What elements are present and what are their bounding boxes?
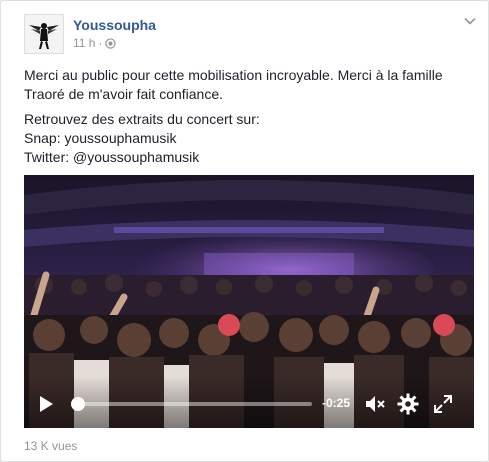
view-count: 13 K vues (24, 439, 78, 453)
post-line: Retrouvez des extraits du concert sur: (24, 111, 260, 127)
time-remaining: -0:25 (322, 396, 351, 410)
post-line: Traoré de m'avoir fait confiance. (24, 86, 224, 102)
play-icon[interactable] (38, 395, 54, 413)
video-player[interactable]: -0:25 (24, 175, 474, 428)
post-paragraph-2: Retrouvez des extraits du concert sur: S… (24, 110, 474, 167)
mute-icon[interactable] (365, 395, 385, 413)
post-header: Youssoupha 11 h · (24, 14, 477, 54)
post-line: Snap: youssouphamusik (24, 130, 177, 146)
meta-separator: · (98, 36, 103, 50)
post-meta: 11 h · (73, 36, 117, 50)
settings-icon[interactable] (397, 393, 419, 415)
progress-handle[interactable] (71, 397, 85, 411)
post-timestamp[interactable]: 11 h (73, 36, 95, 50)
post-line: Twitter: @youssouphamusik (24, 149, 200, 165)
avatar[interactable] (24, 14, 64, 54)
author-name[interactable]: Youssoupha (73, 17, 156, 33)
video-controls: -0:25 (24, 376, 474, 428)
progress-bar[interactable] (71, 397, 312, 411)
post-card: Youssoupha 11 h · Merci au public pour c… (0, 0, 489, 462)
post-line: Merci au public pour cette mobilisation … (24, 67, 443, 83)
post-paragraph-1: Merci au public pour cette mobilisation … (24, 66, 474, 104)
globe-icon (105, 37, 117, 49)
chevron-down-icon[interactable] (463, 14, 477, 28)
fullscreen-icon[interactable] (433, 394, 453, 414)
post-text: Merci au public pour cette mobilisation … (24, 66, 474, 173)
